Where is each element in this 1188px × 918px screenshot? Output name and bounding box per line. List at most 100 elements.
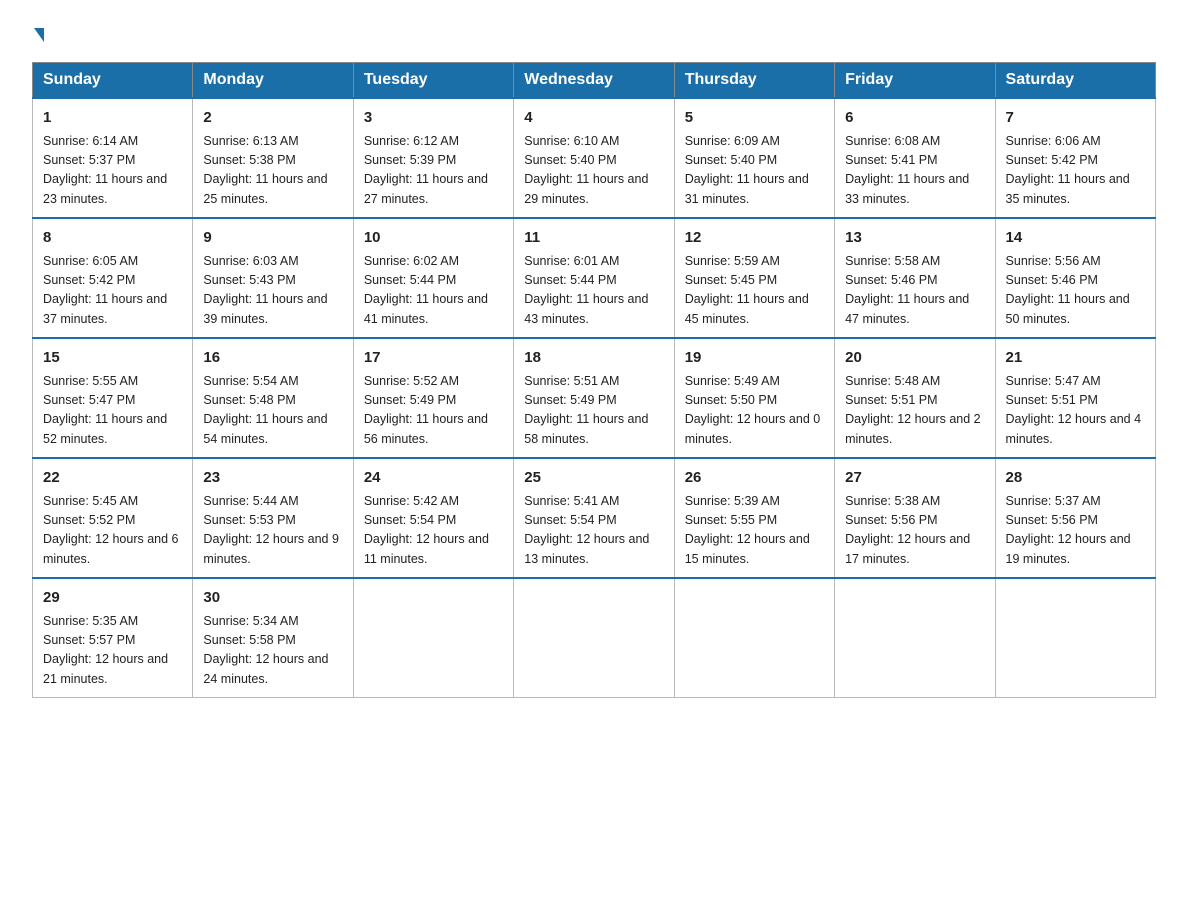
- day-number: 21: [1006, 347, 1145, 370]
- day-info: Sunrise: 5:52 AMSunset: 5:49 PMDaylight:…: [364, 372, 503, 450]
- day-number: 8: [43, 227, 182, 250]
- day-info: Sunrise: 6:08 AMSunset: 5:41 PMDaylight:…: [845, 132, 984, 210]
- col-header-wednesday: Wednesday: [514, 63, 674, 99]
- day-number: 22: [43, 467, 182, 490]
- week-row-5: 29Sunrise: 5:35 AMSunset: 5:57 PMDayligh…: [33, 578, 1156, 698]
- day-number: 1: [43, 107, 182, 130]
- calendar-cell: 27Sunrise: 5:38 AMSunset: 5:56 PMDayligh…: [835, 458, 995, 578]
- calendar-cell: 13Sunrise: 5:58 AMSunset: 5:46 PMDayligh…: [835, 218, 995, 338]
- day-number: 6: [845, 107, 984, 130]
- calendar-cell: 25Sunrise: 5:41 AMSunset: 5:54 PMDayligh…: [514, 458, 674, 578]
- col-header-thursday: Thursday: [674, 63, 834, 99]
- day-info: Sunrise: 5:42 AMSunset: 5:54 PMDaylight:…: [364, 492, 503, 570]
- calendar-cell: 18Sunrise: 5:51 AMSunset: 5:49 PMDayligh…: [514, 338, 674, 458]
- calendar-cell: 14Sunrise: 5:56 AMSunset: 5:46 PMDayligh…: [995, 218, 1155, 338]
- calendar-cell: 10Sunrise: 6:02 AMSunset: 5:44 PMDayligh…: [353, 218, 513, 338]
- day-info: Sunrise: 6:14 AMSunset: 5:37 PMDaylight:…: [43, 132, 182, 210]
- calendar-cell: 2Sunrise: 6:13 AMSunset: 5:38 PMDaylight…: [193, 98, 353, 218]
- calendar-cell: 9Sunrise: 6:03 AMSunset: 5:43 PMDaylight…: [193, 218, 353, 338]
- week-row-2: 8Sunrise: 6:05 AMSunset: 5:42 PMDaylight…: [33, 218, 1156, 338]
- day-info: Sunrise: 5:34 AMSunset: 5:58 PMDaylight:…: [203, 612, 342, 690]
- day-number: 26: [685, 467, 824, 490]
- calendar-cell: 24Sunrise: 5:42 AMSunset: 5:54 PMDayligh…: [353, 458, 513, 578]
- day-number: 13: [845, 227, 984, 250]
- calendar-table: SundayMondayTuesdayWednesdayThursdayFrid…: [32, 62, 1156, 698]
- day-info: Sunrise: 6:10 AMSunset: 5:40 PMDaylight:…: [524, 132, 663, 210]
- day-number: 29: [43, 587, 182, 610]
- logo-triangle-icon: [34, 28, 44, 42]
- calendar-cell: 19Sunrise: 5:49 AMSunset: 5:50 PMDayligh…: [674, 338, 834, 458]
- day-number: 10: [364, 227, 503, 250]
- day-info: Sunrise: 5:44 AMSunset: 5:53 PMDaylight:…: [203, 492, 342, 570]
- day-number: 25: [524, 467, 663, 490]
- day-number: 5: [685, 107, 824, 130]
- calendar-cell: [835, 578, 995, 698]
- day-info: Sunrise: 5:56 AMSunset: 5:46 PMDaylight:…: [1006, 252, 1145, 330]
- day-number: 7: [1006, 107, 1145, 130]
- day-info: Sunrise: 5:45 AMSunset: 5:52 PMDaylight:…: [43, 492, 182, 570]
- calendar-cell: 29Sunrise: 5:35 AMSunset: 5:57 PMDayligh…: [33, 578, 193, 698]
- day-number: 27: [845, 467, 984, 490]
- day-info: Sunrise: 6:13 AMSunset: 5:38 PMDaylight:…: [203, 132, 342, 210]
- calendar-cell: 21Sunrise: 5:47 AMSunset: 5:51 PMDayligh…: [995, 338, 1155, 458]
- day-number: 24: [364, 467, 503, 490]
- calendar-cell: 5Sunrise: 6:09 AMSunset: 5:40 PMDaylight…: [674, 98, 834, 218]
- calendar-cell: 30Sunrise: 5:34 AMSunset: 5:58 PMDayligh…: [193, 578, 353, 698]
- day-info: Sunrise: 5:48 AMSunset: 5:51 PMDaylight:…: [845, 372, 984, 450]
- logo: [32, 28, 46, 42]
- calendar-cell: [995, 578, 1155, 698]
- day-info: Sunrise: 6:03 AMSunset: 5:43 PMDaylight:…: [203, 252, 342, 330]
- day-info: Sunrise: 6:02 AMSunset: 5:44 PMDaylight:…: [364, 252, 503, 330]
- day-info: Sunrise: 5:51 AMSunset: 5:49 PMDaylight:…: [524, 372, 663, 450]
- week-row-3: 15Sunrise: 5:55 AMSunset: 5:47 PMDayligh…: [33, 338, 1156, 458]
- calendar-cell: 7Sunrise: 6:06 AMSunset: 5:42 PMDaylight…: [995, 98, 1155, 218]
- page-header: [32, 24, 1156, 42]
- calendar-cell: 3Sunrise: 6:12 AMSunset: 5:39 PMDaylight…: [353, 98, 513, 218]
- col-header-tuesday: Tuesday: [353, 63, 513, 99]
- calendar-cell: [674, 578, 834, 698]
- day-number: 14: [1006, 227, 1145, 250]
- day-info: Sunrise: 5:49 AMSunset: 5:50 PMDaylight:…: [685, 372, 824, 450]
- day-number: 20: [845, 347, 984, 370]
- week-row-1: 1Sunrise: 6:14 AMSunset: 5:37 PMDaylight…: [33, 98, 1156, 218]
- day-info: Sunrise: 5:38 AMSunset: 5:56 PMDaylight:…: [845, 492, 984, 570]
- col-header-monday: Monday: [193, 63, 353, 99]
- calendar-cell: 28Sunrise: 5:37 AMSunset: 5:56 PMDayligh…: [995, 458, 1155, 578]
- calendar-cell: 1Sunrise: 6:14 AMSunset: 5:37 PMDaylight…: [33, 98, 193, 218]
- day-info: Sunrise: 6:05 AMSunset: 5:42 PMDaylight:…: [43, 252, 182, 330]
- calendar-cell: 20Sunrise: 5:48 AMSunset: 5:51 PMDayligh…: [835, 338, 995, 458]
- calendar-cell: 16Sunrise: 5:54 AMSunset: 5:48 PMDayligh…: [193, 338, 353, 458]
- calendar-cell: 23Sunrise: 5:44 AMSunset: 5:53 PMDayligh…: [193, 458, 353, 578]
- col-header-sunday: Sunday: [33, 63, 193, 99]
- calendar-cell: 8Sunrise: 6:05 AMSunset: 5:42 PMDaylight…: [33, 218, 193, 338]
- day-info: Sunrise: 5:39 AMSunset: 5:55 PMDaylight:…: [685, 492, 824, 570]
- calendar-cell: 6Sunrise: 6:08 AMSunset: 5:41 PMDaylight…: [835, 98, 995, 218]
- day-number: 19: [685, 347, 824, 370]
- day-number: 18: [524, 347, 663, 370]
- day-number: 4: [524, 107, 663, 130]
- day-info: Sunrise: 5:37 AMSunset: 5:56 PMDaylight:…: [1006, 492, 1145, 570]
- day-info: Sunrise: 5:47 AMSunset: 5:51 PMDaylight:…: [1006, 372, 1145, 450]
- day-info: Sunrise: 6:09 AMSunset: 5:40 PMDaylight:…: [685, 132, 824, 210]
- day-number: 28: [1006, 467, 1145, 490]
- col-header-saturday: Saturday: [995, 63, 1155, 99]
- calendar-cell: 15Sunrise: 5:55 AMSunset: 5:47 PMDayligh…: [33, 338, 193, 458]
- day-number: 16: [203, 347, 342, 370]
- day-info: Sunrise: 6:01 AMSunset: 5:44 PMDaylight:…: [524, 252, 663, 330]
- day-number: 30: [203, 587, 342, 610]
- day-info: Sunrise: 5:54 AMSunset: 5:48 PMDaylight:…: [203, 372, 342, 450]
- calendar-header-row: SundayMondayTuesdayWednesdayThursdayFrid…: [33, 63, 1156, 99]
- calendar-cell: 22Sunrise: 5:45 AMSunset: 5:52 PMDayligh…: [33, 458, 193, 578]
- day-info: Sunrise: 5:59 AMSunset: 5:45 PMDaylight:…: [685, 252, 824, 330]
- day-number: 2: [203, 107, 342, 130]
- calendar-cell: 26Sunrise: 5:39 AMSunset: 5:55 PMDayligh…: [674, 458, 834, 578]
- calendar-cell: 4Sunrise: 6:10 AMSunset: 5:40 PMDaylight…: [514, 98, 674, 218]
- day-number: 3: [364, 107, 503, 130]
- day-number: 23: [203, 467, 342, 490]
- calendar-cell: 12Sunrise: 5:59 AMSunset: 5:45 PMDayligh…: [674, 218, 834, 338]
- day-number: 11: [524, 227, 663, 250]
- day-info: Sunrise: 5:35 AMSunset: 5:57 PMDaylight:…: [43, 612, 182, 690]
- day-info: Sunrise: 5:41 AMSunset: 5:54 PMDaylight:…: [524, 492, 663, 570]
- col-header-friday: Friday: [835, 63, 995, 99]
- week-row-4: 22Sunrise: 5:45 AMSunset: 5:52 PMDayligh…: [33, 458, 1156, 578]
